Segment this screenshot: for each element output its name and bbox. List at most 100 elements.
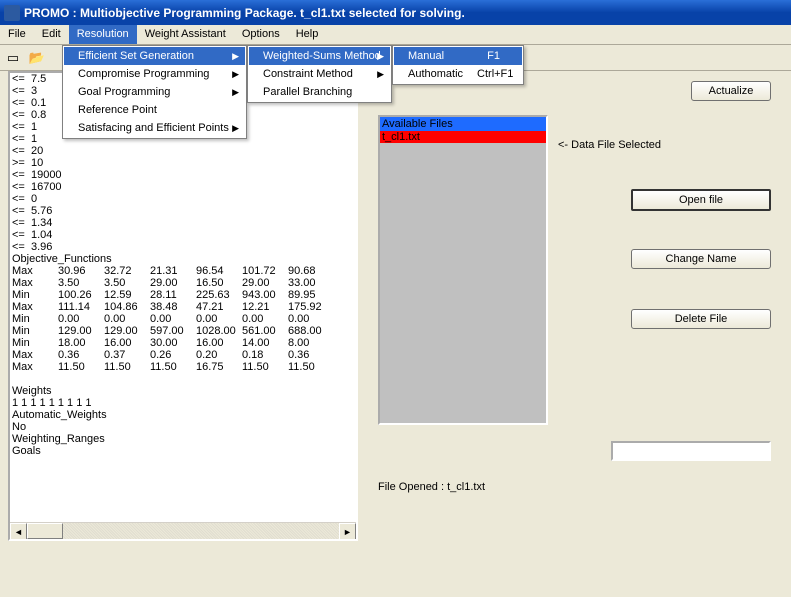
menu-item-goal[interactable]: Goal Programming ▶ bbox=[64, 83, 245, 101]
menu-item-parallel-branching[interactable]: Parallel Branching bbox=[249, 83, 390, 101]
table-cell: 16.75 bbox=[196, 361, 242, 373]
scroll-right-button[interactable]: ► bbox=[339, 523, 356, 540]
menu-resolution[interactable]: Resolution bbox=[69, 25, 137, 44]
available-files-list[interactable]: Available Files t_cl1.txt bbox=[378, 115, 548, 425]
table-cell: 175.92 bbox=[288, 301, 334, 313]
table-cell: 0.00 bbox=[150, 313, 196, 325]
table-row: Max0.360.370.260.200.180.36 bbox=[12, 349, 334, 361]
table-cell: 11.50 bbox=[150, 361, 196, 373]
table-row: Min0.000.000.000.000.000.00 bbox=[12, 313, 334, 325]
objective-table: Max30.9632.7221.3196.54101.7290.68Max3.5… bbox=[12, 265, 334, 373]
toolbar-open-button[interactable]: 📂 bbox=[26, 47, 48, 69]
menu-help[interactable]: Help bbox=[288, 25, 327, 44]
menu-bar: File Edit Resolution Weight Assistant Op… bbox=[0, 25, 791, 45]
table-cell: 12.21 bbox=[242, 301, 288, 313]
menu-item-compromise[interactable]: Compromise Programming ▶ bbox=[64, 65, 245, 83]
weights-label: Weights bbox=[12, 385, 52, 397]
chevron-right-icon: ▶ bbox=[232, 51, 239, 62]
table-cell: 688.00 bbox=[288, 325, 334, 337]
table-cell: 561.00 bbox=[242, 325, 288, 337]
table-cell: 11.50 bbox=[288, 361, 334, 373]
table-cell: 597.00 bbox=[150, 325, 196, 337]
table-cell: 100.26 bbox=[58, 289, 104, 301]
table-cell: Min bbox=[12, 289, 58, 301]
weighting-ranges-label: Weighting_Ranges bbox=[12, 433, 105, 445]
app-icon bbox=[4, 5, 20, 21]
list-item[interactable]: t_cl1.txt bbox=[380, 131, 546, 143]
chevron-right-icon: ▶ bbox=[232, 87, 239, 98]
table-cell: 12.59 bbox=[104, 289, 150, 301]
table-cell: Max bbox=[12, 301, 58, 313]
menu-item-label: Compromise Programming bbox=[78, 68, 209, 80]
table-cell: 33.00 bbox=[288, 277, 334, 289]
objfun-label: Objective_Functions bbox=[12, 253, 112, 265]
table-cell: 101.72 bbox=[242, 265, 288, 277]
table-cell: 21.31 bbox=[150, 265, 196, 277]
table-row: Max111.14104.8638.4847.2112.21175.92 bbox=[12, 301, 334, 313]
table-cell: 8.00 bbox=[288, 337, 334, 349]
table-cell: 16.00 bbox=[104, 337, 150, 349]
problem-text-area[interactable]: <= 7.5 <= 3 <= 0.1 <= 0.8 <= 1 <= 1 <= 2… bbox=[8, 71, 358, 541]
chevron-right-icon: ► bbox=[343, 527, 352, 537]
chevron-right-icon: ▶ bbox=[232, 123, 239, 134]
change-name-button[interactable]: Change Name bbox=[631, 249, 771, 269]
table-cell: 225.63 bbox=[196, 289, 242, 301]
table-cell: 29.00 bbox=[242, 277, 288, 289]
table-cell: Max bbox=[12, 349, 58, 361]
menu-item-efficient-set[interactable]: Efficient Set Generation ▶ bbox=[64, 47, 245, 65]
table-cell: 11.50 bbox=[242, 361, 288, 373]
table-cell: Min bbox=[12, 337, 58, 349]
scroll-left-button[interactable]: ◄ bbox=[10, 523, 27, 540]
scroll-track[interactable] bbox=[27, 523, 339, 539]
menu-item-weighted-sums[interactable]: Weighted-Sums Method ▶ bbox=[249, 47, 390, 65]
menu-weight-assistant[interactable]: Weight Assistant bbox=[137, 25, 234, 44]
menu-item-shortcut: Ctrl+F1 bbox=[477, 68, 513, 80]
menu-item-constraint-method[interactable]: Constraint Method ▶ bbox=[249, 65, 390, 83]
resolution-dropdown: Efficient Set Generation ▶ Compromise Pr… bbox=[62, 45, 247, 139]
open-file-button[interactable]: Open file bbox=[631, 189, 771, 211]
table-cell: 89.95 bbox=[288, 289, 334, 301]
chevron-right-icon: ▶ bbox=[377, 51, 384, 62]
table-cell: 943.00 bbox=[242, 289, 288, 301]
weighted-submenu: Manual F1 Authomatic Ctrl+F1 bbox=[392, 45, 524, 85]
actualize-button[interactable]: Actualize bbox=[691, 81, 771, 101]
toolbar-new-button[interactable]: ▭ bbox=[2, 47, 24, 69]
folder-open-icon: 📂 bbox=[29, 50, 45, 66]
table-row: Min18.0016.0030.0016.0014.008.00 bbox=[12, 337, 334, 349]
table-cell: 47.21 bbox=[196, 301, 242, 313]
table-cell: 30.00 bbox=[150, 337, 196, 349]
title-bar: PROMO : Multiobjective Programming Packa… bbox=[0, 0, 791, 25]
menu-item-satisfacing[interactable]: Satisfacing and Efficient Points ▶ bbox=[64, 119, 245, 137]
chevron-right-icon: ▶ bbox=[232, 69, 239, 80]
table-cell: 28.11 bbox=[150, 289, 196, 301]
menu-item-authomatic[interactable]: Authomatic Ctrl+F1 bbox=[394, 65, 522, 83]
table-cell: 129.00 bbox=[58, 325, 104, 337]
data-file-selected-label: <- Data File Selected bbox=[558, 139, 661, 151]
table-cell: 96.54 bbox=[196, 265, 242, 277]
menu-edit[interactable]: Edit bbox=[34, 25, 69, 44]
menu-options[interactable]: Options bbox=[234, 25, 288, 44]
table-row: Min100.2612.5928.11225.63943.0089.95 bbox=[12, 289, 334, 301]
table-cell: 16.50 bbox=[196, 277, 242, 289]
delete-file-button[interactable]: Delete File bbox=[631, 309, 771, 329]
table-cell: 0.00 bbox=[58, 313, 104, 325]
menu-item-label: Manual bbox=[408, 50, 444, 62]
table-cell: 11.50 bbox=[58, 361, 104, 373]
table-cell: 0.00 bbox=[242, 313, 288, 325]
table-cell: 29.00 bbox=[150, 277, 196, 289]
status-input[interactable] bbox=[611, 441, 771, 461]
menu-item-manual[interactable]: Manual F1 bbox=[394, 47, 522, 65]
scroll-thumb[interactable] bbox=[27, 523, 63, 539]
file-opened-label: File Opened : t_cl1.txt bbox=[378, 481, 485, 493]
table-cell: 0.00 bbox=[196, 313, 242, 325]
table-cell: 30.96 bbox=[58, 265, 104, 277]
menu-item-reference-point[interactable]: Reference Point bbox=[64, 101, 245, 119]
table-cell: 18.00 bbox=[58, 337, 104, 349]
main-content: <= 7.5 <= 3 <= 0.1 <= 0.8 <= 1 <= 1 <= 2… bbox=[8, 71, 783, 541]
horizontal-scrollbar[interactable]: ◄ ► bbox=[10, 522, 356, 539]
table-row: Max3.503.5029.0016.5029.0033.00 bbox=[12, 277, 334, 289]
menu-item-label: Authomatic bbox=[408, 68, 463, 80]
menu-file[interactable]: File bbox=[0, 25, 34, 44]
table-row: Min129.00129.00597.001028.00561.00688.00 bbox=[12, 325, 334, 337]
constraints-block: <= 7.5 <= 3 <= 0.1 <= 0.8 <= 1 <= 1 <= 2… bbox=[12, 73, 62, 253]
